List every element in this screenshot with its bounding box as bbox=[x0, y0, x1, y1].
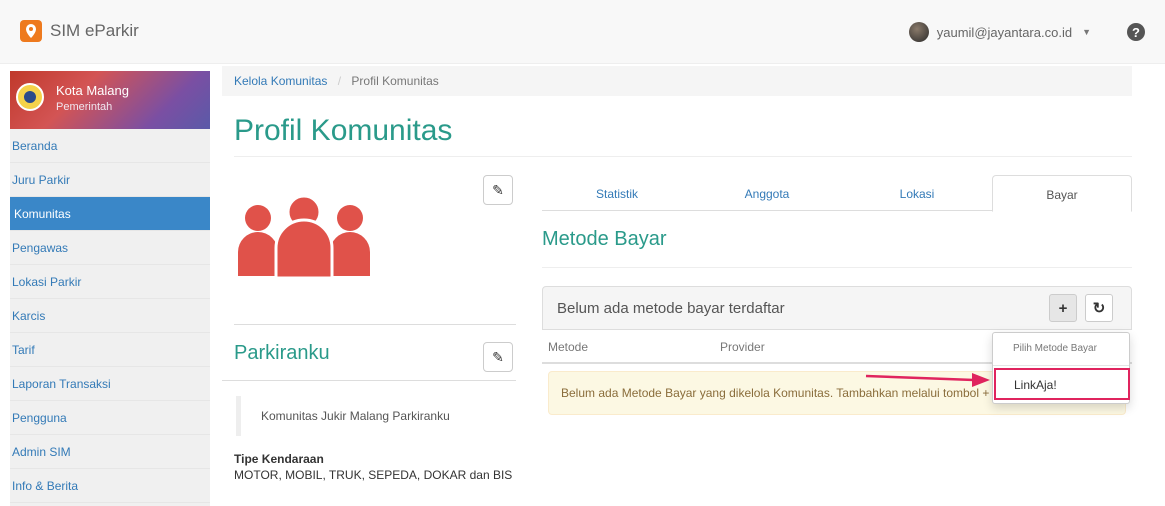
breadcrumb-parent-link[interactable]: Kelola Komunitas bbox=[234, 74, 327, 88]
add-payment-button[interactable]: + bbox=[1049, 294, 1077, 322]
divider bbox=[222, 380, 516, 381]
tab-bar: Statistik Anggota Lokasi Bayar bbox=[542, 175, 1132, 212]
edit-icon: ✎ bbox=[492, 348, 504, 365]
dropdown-item-linkaja[interactable]: LinkAja! bbox=[994, 368, 1130, 400]
sidebar-item-komunitas[interactable]: Komunitas bbox=[10, 197, 210, 231]
tab-anggota[interactable]: Anggota bbox=[692, 175, 842, 211]
community-name: Parkiranku bbox=[234, 342, 330, 364]
edit-community-button[interactable]: ✎ bbox=[483, 342, 513, 372]
sidebar-item-laporan-transaksi[interactable]: Laporan Transaksi bbox=[10, 367, 210, 401]
map-pin-logo-icon bbox=[20, 20, 42, 42]
sidebar-item-lokasi-parkir[interactable]: Lokasi Parkir bbox=[10, 265, 210, 299]
app-title: SIM eParkir bbox=[50, 21, 139, 40]
sidebar-item-tarif[interactable]: Tarif bbox=[10, 333, 210, 367]
tab-statistik[interactable]: Statistik bbox=[542, 175, 692, 211]
top-navbar: SIM eParkir yaumil@jayantara.co.id ▼ ? bbox=[0, 0, 1165, 64]
user-menu[interactable]: yaumil@jayantara.co.id ▼ ? bbox=[908, 22, 1145, 42]
sidebar-item-karcis[interactable]: Karcis bbox=[10, 299, 210, 333]
sidebar-item-beranda[interactable]: Beranda bbox=[10, 129, 210, 163]
arrow-icon bbox=[865, 373, 990, 387]
divider bbox=[993, 365, 1129, 366]
tab-lokasi[interactable]: Lokasi bbox=[842, 175, 992, 211]
breadcrumb-separator: / bbox=[337, 74, 342, 88]
org-subtitle: Pemerintah bbox=[56, 101, 113, 113]
avatar bbox=[908, 22, 929, 42]
column-header: Metode bbox=[548, 340, 589, 354]
community-description: Komunitas Jukir Malang Parkiranku bbox=[236, 396, 516, 436]
divider bbox=[542, 267, 1132, 268]
section-title: Metode Bayar bbox=[542, 228, 667, 250]
dropdown-header: Pilih Metode Bayar bbox=[1013, 343, 1097, 354]
payment-panel-header: Belum ada metode bayar terdaftar + ↻ bbox=[542, 286, 1132, 330]
edit-icon: ✎ bbox=[492, 181, 504, 198]
vehicle-type-value: MOTOR, MOBIL, TRUK, SEPEDA, DOKAR dan BI… bbox=[234, 468, 513, 482]
brand[interactable]: SIM eParkir bbox=[20, 20, 139, 42]
sidebar-item-pengguna[interactable]: Pengguna bbox=[10, 401, 210, 435]
breadcrumb-current: Profil Komunitas bbox=[351, 74, 439, 88]
org-card: Kota Malang Pemerintah bbox=[10, 71, 210, 129]
sidebar-item-pengawas[interactable]: Pengawas bbox=[10, 231, 210, 265]
org-name: Kota Malang bbox=[56, 83, 129, 98]
sidebar: Kota Malang Pemerintah Beranda Juru Park… bbox=[10, 71, 210, 506]
breadcrumb: Kelola Komunitas / Profil Komunitas bbox=[222, 66, 1132, 96]
page-title: Profil Komunitas bbox=[234, 114, 453, 147]
tab-bayar[interactable]: Bayar bbox=[992, 175, 1132, 212]
plus-icon: + bbox=[1058, 299, 1068, 317]
divider bbox=[234, 156, 1132, 157]
sidebar-item-juru-parkir[interactable]: Juru Parkir bbox=[10, 163, 210, 197]
chevron-down-icon: ▼ bbox=[1082, 27, 1091, 37]
help-icon[interactable]: ? bbox=[1127, 23, 1145, 41]
vehicle-type-label: Tipe Kendaraan bbox=[234, 452, 324, 466]
people-icon bbox=[238, 196, 370, 280]
refresh-button[interactable]: ↻ bbox=[1085, 294, 1113, 322]
panel-status-text: Belum ada metode bayar terdaftar bbox=[557, 300, 785, 317]
sidebar-item-info-berita[interactable]: Info & Berita bbox=[10, 469, 210, 503]
edit-photo-button[interactable]: ✎ bbox=[483, 175, 513, 205]
org-logo-icon bbox=[16, 83, 44, 111]
column-header: Provider bbox=[720, 340, 765, 354]
user-email: yaumil@jayantara.co.id bbox=[936, 24, 1073, 40]
sidebar-item-admin-sim[interactable]: Admin SIM bbox=[10, 435, 210, 469]
payment-method-dropdown: Pilih Metode Bayar LinkAja! bbox=[992, 332, 1130, 404]
refresh-icon: ↻ bbox=[1092, 300, 1106, 317]
divider bbox=[234, 324, 516, 325]
